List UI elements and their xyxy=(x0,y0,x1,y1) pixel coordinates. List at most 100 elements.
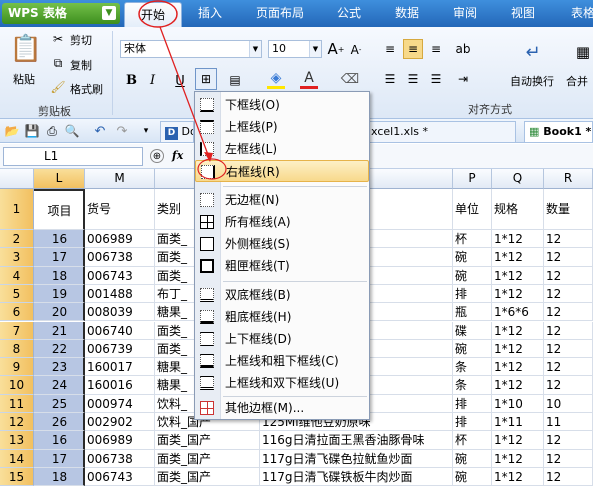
table-cell-P[interactable]: 碗 xyxy=(453,339,492,359)
table-cell-R[interactable]: 12 xyxy=(544,431,593,450)
table-cell-R[interactable]: 10 xyxy=(544,394,593,413)
align-middle-icon[interactable]: ≡ xyxy=(403,39,423,59)
row-header[interactable]: 9 xyxy=(0,358,34,377)
menu-item-right-border[interactable]: 右框线(R) xyxy=(195,160,369,182)
table-cell-P[interactable]: 瓶 xyxy=(453,303,492,322)
table-cell-M[interactable]: 006989 xyxy=(85,230,155,249)
menu-item-top-border[interactable]: 上框线(P) xyxy=(195,116,369,138)
name-box[interactable]: L1 xyxy=(3,147,143,166)
table-cell-Q[interactable]: 1*11 xyxy=(492,413,544,432)
table-cell-L[interactable]: 26 xyxy=(34,413,85,432)
menu-item-double-bottom-border[interactable]: 双底框线(B) xyxy=(195,284,369,306)
table-cell-M[interactable]: 006743 xyxy=(85,467,155,487)
menu-item-top-double-bottom-border[interactable]: 上框线和双下框线(U) xyxy=(195,372,369,394)
table-cell-L[interactable]: 16 xyxy=(34,230,85,249)
table-cell-M[interactable]: 000974 xyxy=(85,394,155,413)
eraser-icon[interactable]: ⌫ xyxy=(339,69,361,89)
table-cell-M[interactable]: 001488 xyxy=(85,284,155,304)
table-cell-N[interactable]: 面类_国产 xyxy=(155,467,260,487)
table-cell-M[interactable]: 008039 xyxy=(85,303,155,322)
underline-icon[interactable]: U xyxy=(173,73,187,89)
cell-header-R[interactable]: 数量 xyxy=(544,189,593,230)
row-header[interactable]: 4 xyxy=(0,266,34,285)
table-cell-L[interactable]: 19 xyxy=(34,284,85,304)
open-folder-icon[interactable]: 📂 xyxy=(4,123,20,139)
table-cell-M[interactable]: 006739 xyxy=(85,339,155,359)
increase-font-icon[interactable]: A + xyxy=(327,39,345,59)
menu-item-bottom-border[interactable]: 下框线(O) xyxy=(195,94,369,116)
menu-item-all-borders[interactable]: 所有框线(A) xyxy=(195,211,369,233)
table-cell-P[interactable]: 条 xyxy=(453,358,492,377)
table-cell-M[interactable]: 160017 xyxy=(85,358,155,377)
row-header[interactable]: 10 xyxy=(0,376,34,395)
menu-item-more-borders[interactable]: 其他边框(M)... xyxy=(195,397,369,419)
insert-function-button[interactable]: fx xyxy=(172,149,183,162)
row-header[interactable]: 3 xyxy=(0,248,34,267)
tab-data[interactable]: 数据 xyxy=(384,0,430,27)
table-cell-L[interactable]: 20 xyxy=(34,303,85,322)
table-cell-Q[interactable]: 1*12 xyxy=(492,248,544,267)
table-cell-M[interactable]: 006989 xyxy=(85,431,155,450)
table-cell-P[interactable]: 碗 xyxy=(453,248,492,267)
table-cell-L[interactable]: 17 xyxy=(34,449,85,468)
decrease-font-icon[interactable]: A- xyxy=(348,41,364,59)
table-cell-R[interactable]: 12 xyxy=(544,358,593,377)
table-cell-P[interactable]: 排 xyxy=(453,284,492,304)
column-header-M[interactable]: M xyxy=(85,169,155,189)
wrap-text-button[interactable]: 自动换行 xyxy=(510,73,554,89)
menu-item-left-border[interactable]: 左框线(L) xyxy=(195,138,369,160)
tab-home[interactable]: 开始 xyxy=(124,2,182,27)
customize-qat-icon[interactable]: ▾ xyxy=(140,123,152,139)
table-cell-R[interactable]: 12 xyxy=(544,266,593,285)
align-bottom-icon[interactable]: ≡ xyxy=(426,39,446,59)
column-header-Q[interactable]: Q xyxy=(492,169,544,189)
row-header[interactable]: 2 xyxy=(0,230,34,249)
table-cell-N[interactable]: 面类_国产 xyxy=(155,449,260,468)
row-header[interactable]: 1 xyxy=(0,189,34,230)
row-header[interactable]: 14 xyxy=(0,449,34,468)
italic-button[interactable]: I xyxy=(150,73,155,88)
table-cell-L[interactable]: 22 xyxy=(34,339,85,359)
paste-icon[interactable]: 📋 xyxy=(10,31,42,67)
indent-icon[interactable]: ⇥ xyxy=(452,69,474,89)
table-cell-Q[interactable]: 1*12 xyxy=(492,266,544,285)
table-cell-M[interactable]: 006740 xyxy=(85,321,155,340)
tab-view[interactable]: 视图 xyxy=(500,0,546,27)
tab-page-layout[interactable]: 页面布局 xyxy=(244,0,316,27)
table-cell-R[interactable]: 12 xyxy=(544,339,593,359)
cut-button[interactable]: 剪切 xyxy=(70,32,92,48)
table-cell-L[interactable]: 24 xyxy=(34,376,85,395)
table-cell-O[interactable]: 117g日清飞碟铁板牛肉炒面 xyxy=(260,467,453,487)
merge-center-icon[interactable]: ▤ xyxy=(225,71,245,89)
table-cell-Q[interactable]: 1*6*6 xyxy=(492,303,544,322)
table-cell-M[interactable]: 006738 xyxy=(85,449,155,468)
column-header-R[interactable]: R xyxy=(544,169,593,189)
copy-button[interactable]: 复制 xyxy=(70,57,92,73)
paste-button[interactable]: 粘贴 xyxy=(13,71,35,87)
table-cell-Q[interactable]: 1*12 xyxy=(492,376,544,395)
table-cell-Q[interactable]: 1*12 xyxy=(492,321,544,340)
row-header[interactable]: 6 xyxy=(0,303,34,322)
tab-formulas[interactable]: 公式 xyxy=(326,0,372,27)
row-header[interactable]: 15 xyxy=(0,467,34,487)
format-painter-button[interactable]: 格式刷 xyxy=(70,81,103,97)
table-cell-Q[interactable]: 1*10 xyxy=(492,394,544,413)
table-cell-Q[interactable]: 1*12 xyxy=(492,431,544,450)
table-cell-P[interactable]: 杯 xyxy=(453,431,492,450)
cell-header-Q[interactable]: 规格 xyxy=(492,189,544,230)
table-cell-L[interactable]: 23 xyxy=(34,358,85,377)
table-cell-R[interactable]: 12 xyxy=(544,248,593,267)
menu-item-no-border[interactable]: 无边框(N) xyxy=(195,189,369,211)
font-color-icon[interactable]: A xyxy=(300,69,318,89)
row-header[interactable]: 5 xyxy=(0,284,34,304)
table-cell-R[interactable]: 12 xyxy=(544,467,593,487)
cell-header-P[interactable]: 单位 xyxy=(453,189,492,230)
row-header[interactable]: 7 xyxy=(0,321,34,340)
print-icon[interactable]: ⎙ xyxy=(44,123,60,139)
table-cell-L[interactable]: 17 xyxy=(34,248,85,267)
table-cell-P[interactable]: 杯 xyxy=(453,230,492,249)
select-all-corner[interactable] xyxy=(0,169,34,189)
table-cell-R[interactable]: 12 xyxy=(544,230,593,249)
fill-color-icon[interactable]: ◈ xyxy=(267,69,285,89)
font-size-select[interactable]: 10 ▼ xyxy=(268,40,322,58)
